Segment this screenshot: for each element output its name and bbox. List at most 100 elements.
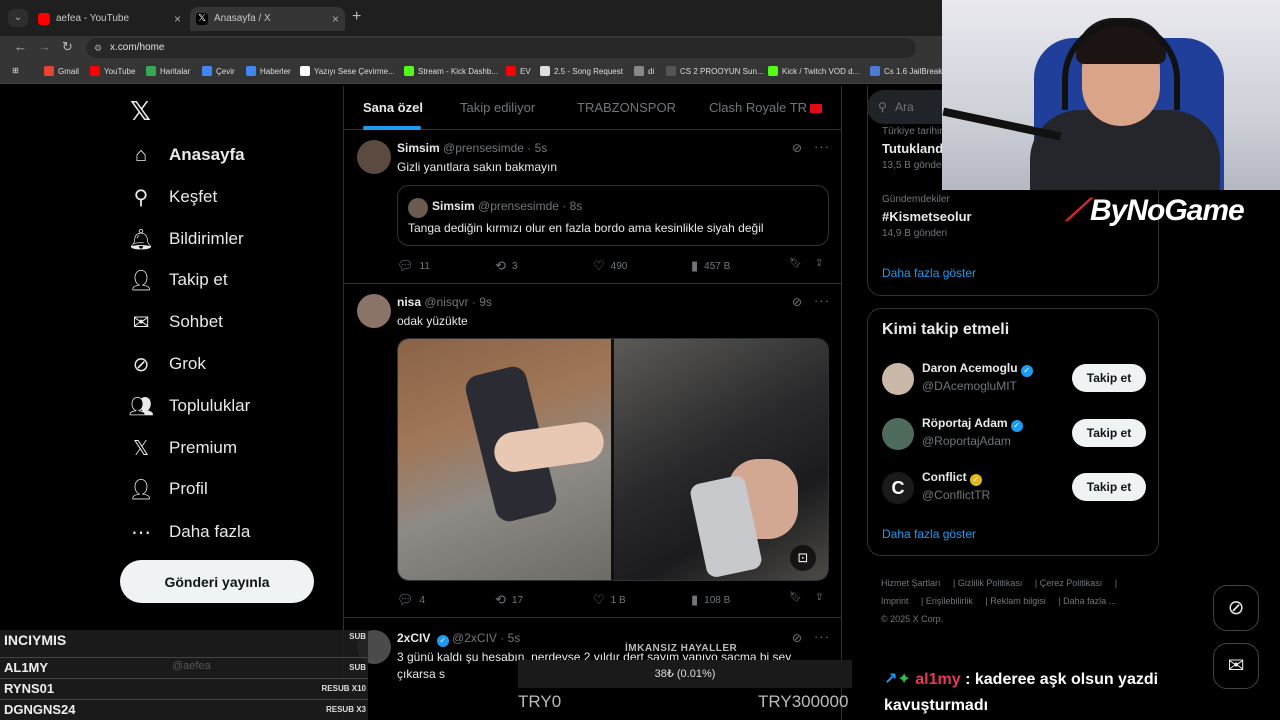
footer-link[interactable]: Reklam bilgisi xyxy=(990,596,1046,606)
follow-suggestion[interactable]: Daron Acemoglu ✓ @DAcemogluMIT Takip et xyxy=(868,359,1160,401)
post[interactable]: nisa @nisqvr · 9s ⊘ ··· odak yüzükte ⊡ 💬… xyxy=(344,284,841,618)
avatar xyxy=(408,198,428,218)
nav-item-grok[interactable]: ⊘ Grok xyxy=(130,348,206,380)
share-icon[interactable]: ⇪ xyxy=(815,258,823,269)
tab-search-button[interactable]: ⌄ xyxy=(8,9,28,27)
footer-link[interactable]: Daha fazla ... xyxy=(1063,596,1116,606)
follow-suggestion[interactable]: C Conflict ✓ @ConflictTR Takip et xyxy=(868,468,1160,510)
verified-badge-icon: ✓ xyxy=(1020,365,1033,377)
bookmark-translate[interactable]: Çevir xyxy=(202,66,235,76)
bookmark-icon[interactable]: 🔖︎ xyxy=(789,258,802,269)
like-button[interactable]: ♡ 490 xyxy=(593,258,627,274)
avatar[interactable] xyxy=(882,418,914,450)
reload-icon[interactable]: ↻ xyxy=(62,39,73,55)
post-header: Simsim @prensesimde · 5s xyxy=(397,141,548,155)
grok-icon[interactable]: ⊘ xyxy=(792,141,802,155)
avatar[interactable] xyxy=(357,294,391,328)
close-tab-icon[interactable]: × xyxy=(332,7,339,31)
bookmark-ev[interactable]: EV xyxy=(506,66,531,76)
bookmark-icon[interactable]: 🔖︎ xyxy=(789,592,802,603)
nav-item-follow[interactable]: 👤︎ Takip et xyxy=(128,264,227,296)
trend-item[interactable]: #Kismetseolur xyxy=(882,209,972,224)
bell-icon: 🔔︎ xyxy=(128,228,154,251)
site-info-icon[interactable]: ⚙ xyxy=(94,38,102,58)
messages-floating-button[interactable]: ✉ xyxy=(1213,643,1259,689)
tab-clash-royale[interactable]: Clash Royale TR xyxy=(709,100,823,115)
like-button[interactable]: ♡ 1 B xyxy=(593,592,626,608)
quoted-text: Tanga dediğin kırmızı olur en fazla bord… xyxy=(408,221,764,235)
address-bar[interactable]: ⚙ x.com/home xyxy=(86,38,916,58)
close-tab-icon[interactable]: × xyxy=(174,7,181,31)
nav-item-home[interactable]: ⌂ Anasayfa xyxy=(130,139,245,171)
bookmark-youtube[interactable]: YouTube xyxy=(90,66,135,76)
new-tab-button[interactable]: + xyxy=(352,8,361,26)
bookmark-tts[interactable]: Yazıyı Sese Çevirme... xyxy=(300,66,395,76)
tab-trabzonspor[interactable]: TRABZONSPOR xyxy=(577,100,676,115)
avatar[interactable] xyxy=(357,140,391,174)
trend-item[interactable]: Tutukland xyxy=(882,141,943,156)
grok-floating-button[interactable]: ⊘ xyxy=(1213,585,1259,631)
bookmark-cs16[interactable]: Cs 1.6 JailBreak xyxy=(870,66,942,76)
copyright: © 2025 X Corp. xyxy=(881,614,944,624)
verified-gold-badge-icon: ✓ xyxy=(969,474,982,486)
edit-image-icon[interactable]: ⊡ xyxy=(790,545,816,571)
tab-following[interactable]: Takip ediliyor xyxy=(460,100,535,115)
nav-item-communities[interactable]: 👥︎ Topluluklar xyxy=(128,390,250,422)
grok-icon[interactable]: ⊘ xyxy=(792,631,802,645)
footer-link[interactable]: Erişilebilirlik xyxy=(926,596,973,606)
footer-link[interactable]: Imprint xyxy=(881,596,909,606)
nav-item-chat[interactable]: ✉ Sohbet xyxy=(130,306,223,338)
avatar[interactable] xyxy=(882,363,914,395)
x-logo-icon[interactable]: 𝕏 xyxy=(130,96,151,127)
follow-button[interactable]: Takip et xyxy=(1072,364,1146,392)
views-button[interactable]: ▮ 108 B xyxy=(691,592,730,608)
follow-button[interactable]: Takip et xyxy=(1072,473,1146,501)
grok-icon[interactable]: ⊘ xyxy=(792,295,802,309)
bookmark-gmail[interactable]: Gmail xyxy=(44,66,79,76)
more-icon[interactable]: ··· xyxy=(814,629,830,644)
tab-for-you[interactable]: Sana özel xyxy=(363,100,423,115)
repost-button[interactable]: ⟲ 17 xyxy=(495,592,523,608)
trends-show-more-link[interactable]: Daha fazla göster xyxy=(882,266,976,280)
forward-icon[interactable]: → xyxy=(38,39,51,54)
youtube-icon xyxy=(38,13,50,25)
person-icon: 👤︎ xyxy=(128,478,154,501)
nav-item-premium[interactable]: 𝕏 Premium xyxy=(130,432,237,464)
quoted-post[interactable]: Simsim @prensesimde · 8s Tanga dediğin k… xyxy=(397,185,829,246)
more-icon[interactable]: ··· xyxy=(814,293,830,308)
avatar[interactable]: C xyxy=(882,472,914,504)
follow-suggestion[interactable]: Röportaj Adam ✓ @RoportajAdam Takip et xyxy=(868,414,1160,456)
footer-link[interactable]: Çerez Politikası xyxy=(1040,578,1103,588)
nav-item-notifications[interactable]: 🔔︎ Bildirimler xyxy=(128,223,243,255)
post[interactable]: Simsim @prensesimde · 5s ⊘ ··· Gizli yan… xyxy=(344,130,841,284)
bookmark-di[interactable]: di xyxy=(634,66,654,76)
bookmark-maps[interactable]: Haritalar xyxy=(146,66,190,76)
browser-tab-youtube[interactable]: aefea - YouTube × xyxy=(32,7,187,31)
views-button[interactable]: ▮ 457 B xyxy=(691,258,730,274)
nav-item-explore[interactable]: ⚲ Keşfet xyxy=(130,181,218,213)
reply-button[interactable]: 💬︎ 11 xyxy=(397,258,430,274)
repost-button[interactable]: ⟲ 3 xyxy=(495,258,517,274)
post-media[interactable]: ⊡ xyxy=(397,338,829,581)
post-actions: 💬︎ 11 ⟲ 3 ♡ 490 ▮ 457 B 🔖︎ ⇪ xyxy=(397,258,827,274)
bookmark-kick-dashboard[interactable]: Stream - Kick Dashb... xyxy=(404,66,498,76)
reply-button[interactable]: 💬︎ 4 xyxy=(397,592,425,608)
bookmark-kick-vod[interactable]: Kick / Twitch VOD d... xyxy=(768,66,859,76)
bookmark-song-request[interactable]: 2.5 - Song Request xyxy=(540,66,623,76)
follow-show-more-link[interactable]: Daha fazla göster xyxy=(882,527,976,541)
nav-item-more[interactable]: ⋯ Daha fazla xyxy=(130,516,250,548)
follow-button[interactable]: Takip et xyxy=(1072,419,1146,447)
nav-item-profile[interactable]: 👤︎ Profil xyxy=(128,473,207,505)
share-icon[interactable]: ⇪ xyxy=(815,592,823,603)
footer-link[interactable]: Gizlilik Politikası xyxy=(958,578,1023,588)
back-icon[interactable]: ← xyxy=(14,39,27,54)
add-person-icon: 👤︎ xyxy=(128,269,154,292)
apps-icon[interactable]: ⊞ xyxy=(12,66,19,75)
turkey-flag-icon xyxy=(810,104,823,113)
bookmark-news[interactable]: Haberler xyxy=(246,66,291,76)
browser-tab-x[interactable]: 𝕏 Anasayfa / X × xyxy=(190,7,345,31)
more-icon[interactable]: ··· xyxy=(814,139,830,154)
bookmark-cs2[interactable]: CS 2 PROOYUN Sun... xyxy=(666,66,764,76)
footer-link[interactable]: Hizmet Şartları xyxy=(881,578,941,588)
post-button[interactable]: Gönderi yayınla xyxy=(120,560,314,603)
